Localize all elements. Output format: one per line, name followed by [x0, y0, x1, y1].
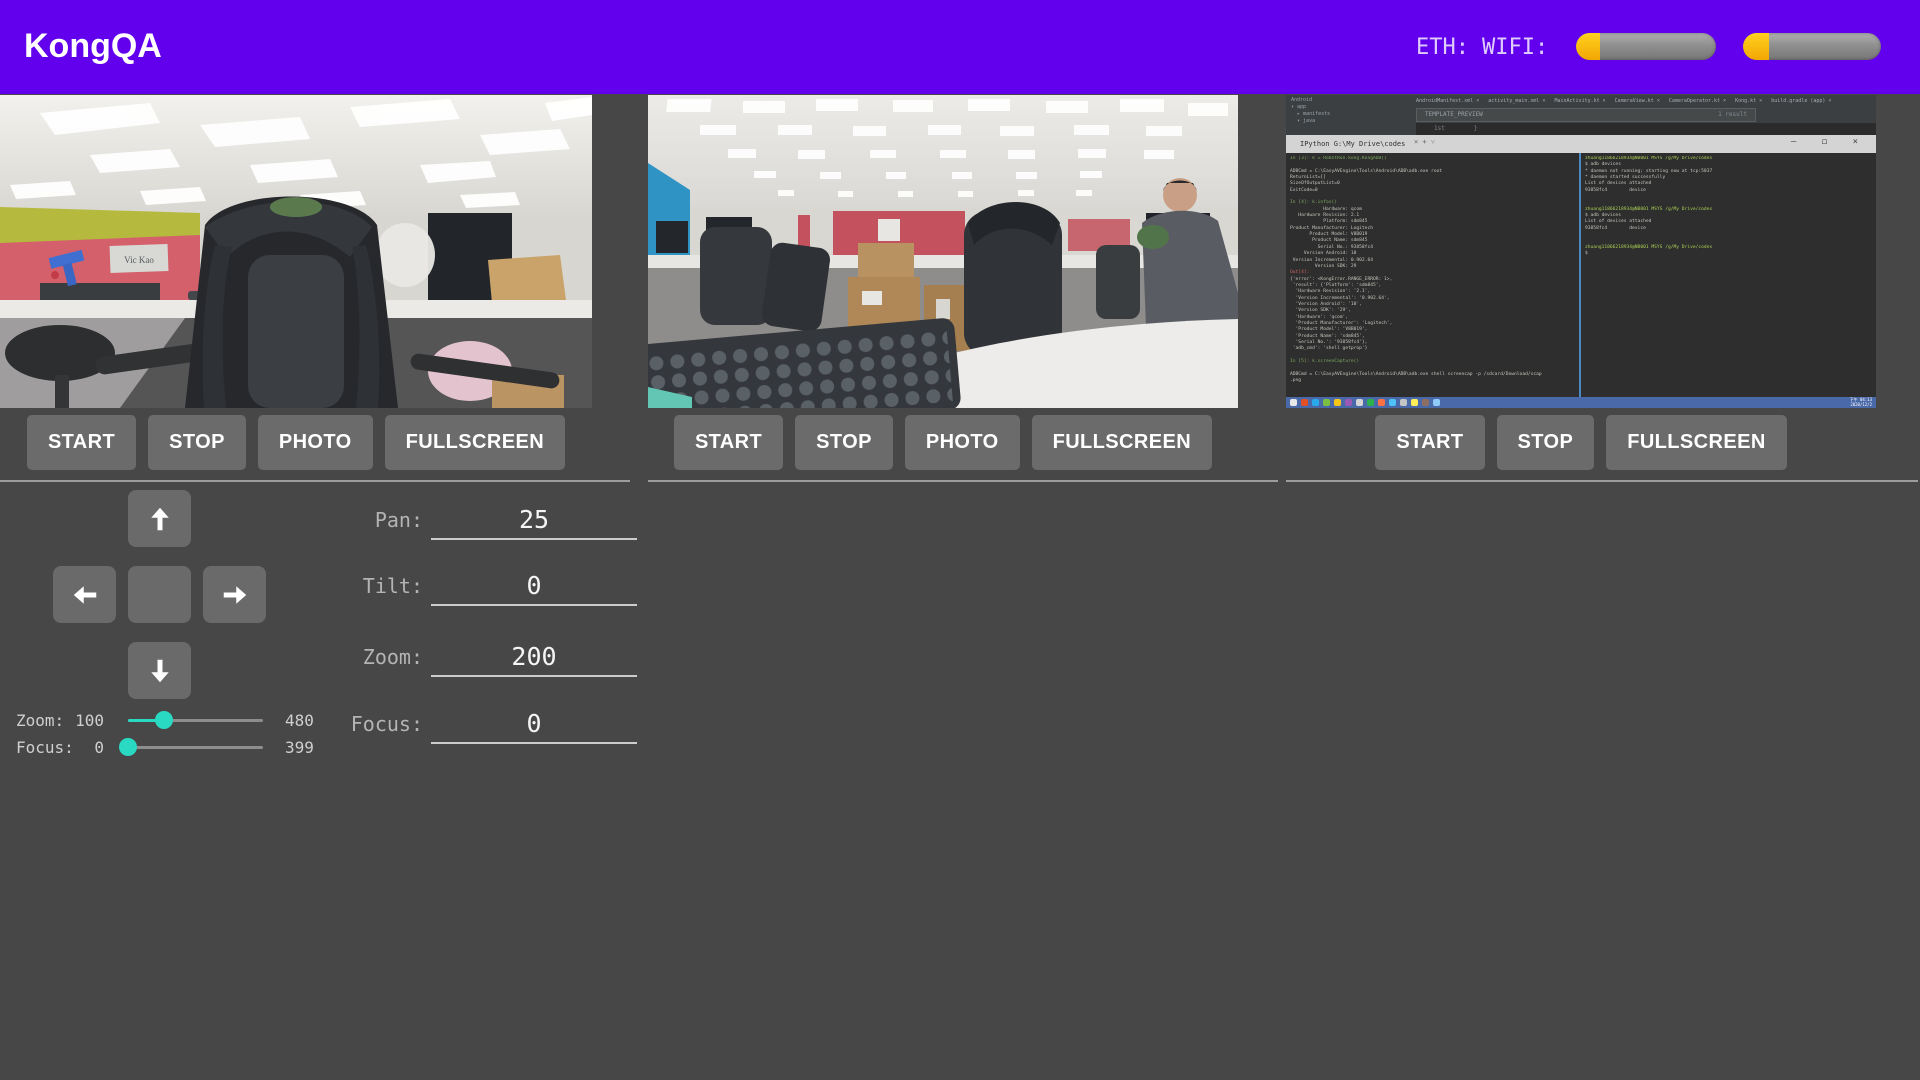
camera-1-video: Vic Kao: [0, 95, 592, 408]
camera-2-start-button[interactable]: START: [674, 415, 783, 470]
camera-2-controls: START STOP PHOTO FULLSCREEN: [648, 415, 1238, 470]
sign-text: Vic Kao: [124, 255, 154, 265]
focus-slider[interactable]: [128, 746, 263, 749]
arrow-down-icon: [145, 656, 175, 686]
pan-field[interactable]: [431, 500, 637, 540]
camera-3-fullscreen-button[interactable]: FULLSCREEN: [1606, 415, 1786, 470]
tilt-field-label: Tilt:: [273, 573, 423, 599]
focus-field-label: Focus:: [273, 711, 423, 737]
zoom-slider[interactable]: [128, 719, 263, 722]
taskbar-icons: [1290, 399, 1440, 406]
focus-slider-row: Focus: 0 399: [0, 738, 340, 756]
ipython-console: In [3]: k = RobotRun.kong.KongADB()ADBCm…: [1286, 153, 1876, 397]
taskbar-clock: 下午 04:13 2020/12/2: [1850, 398, 1872, 407]
camera-3-video: Android ▾ app ▸ manifests ▾ java Android…: [1286, 95, 1876, 408]
plant: [1137, 225, 1169, 249]
window-controls-icons: – ◻ ×: [1791, 137, 1868, 147]
camera-3-screen-content: Android ▾ app ▸ manifests ▾ java Android…: [1286, 95, 1876, 408]
focus-field[interactable]: [431, 704, 637, 744]
console-left-pane: In [3]: k = RobotRun.kong.KongADB()ADBCm…: [1290, 156, 1578, 394]
camera-1-photo-button[interactable]: PHOTO: [258, 415, 373, 470]
zoom-slider-min: 100: [52, 713, 104, 729]
ipython-titlebar: IPython G:\My Drive\codes × + ˅ – ◻ ×: [1286, 135, 1876, 153]
arrow-up-icon: [145, 504, 175, 534]
ptz-dpad: [53, 490, 266, 699]
app-header: KongQA ETH: WIFI:: [0, 0, 1920, 94]
left-chair: [5, 325, 115, 381]
wifi-label: WIFI:: [1482, 36, 1548, 60]
console-right-pane: zhuang11866218934@NB001 MSYS /g/My Drive…: [1585, 156, 1871, 394]
windows-taskbar: 下午 04:13 2020/12/2: [1286, 397, 1876, 408]
pan-field-label: Pan:: [273, 507, 423, 533]
camera-3-stop-button[interactable]: STOP: [1497, 415, 1595, 470]
eth-progress-bar: [1576, 33, 1716, 60]
camera-1-controls: START STOP PHOTO FULLSCREEN: [0, 415, 592, 470]
pan-up-button[interactable]: [128, 490, 191, 547]
focus-slider-thumb[interactable]: [119, 738, 137, 756]
camera-2-stop-button[interactable]: STOP: [795, 415, 893, 470]
ide-search-bar: TEMPLATE_PREVIEW 1 result: [1416, 108, 1756, 122]
arrow-left-icon: [70, 580, 100, 610]
ide-window: Android ▾ app ▸ manifests ▾ java Android…: [1286, 95, 1876, 135]
ide-search-text: TEMPLATE_PREVIEW: [1425, 111, 1483, 118]
zoom-field-label: Zoom:: [273, 644, 423, 670]
eth-label: ETH:: [1416, 36, 1469, 60]
camera-1-divider: [0, 480, 630, 482]
ide-editor-tabs: AndroidManifest.xml × activity_main.xml …: [1416, 97, 1872, 107]
pan-left-button[interactable]: [53, 566, 116, 623]
camera-1-stop-button[interactable]: STOP: [148, 415, 246, 470]
ide-project-tree: Android ▾ app ▸ manifests ▾ java: [1288, 97, 1412, 133]
camera-2-divider: [648, 480, 1278, 482]
focus-slider-max: 399: [285, 740, 314, 756]
ipython-window-title: IPython G:\My Drive\codes: [1300, 138, 1405, 150]
camera-1-fullscreen-button[interactable]: FULLSCREEN: [385, 415, 565, 470]
camera-3-panel: Android ▾ app ▸ manifests ▾ java Android…: [1286, 95, 1918, 1080]
pan-right-button[interactable]: [203, 566, 266, 623]
camera-3-controls: START STOP FULLSCREEN: [1286, 415, 1876, 470]
ide-search-result: 1 result: [1718, 109, 1747, 121]
name-sign: Vic Kao: [110, 244, 169, 273]
camera-2-panel: START STOP PHOTO FULLSCREEN: [648, 95, 1278, 1080]
camera-1-start-button[interactable]: START: [27, 415, 136, 470]
app-title: KongQA: [24, 26, 162, 66]
ptz-center-button[interactable]: [128, 566, 191, 623]
camera-2-video: [648, 95, 1238, 408]
tab-close-icon: × + ˅: [1414, 138, 1435, 146]
ide-code-line: 1st }: [1416, 123, 1876, 135]
arrow-right-icon: [220, 580, 250, 610]
camera-3-divider: [1286, 480, 1918, 482]
camera-2-fullscreen-button[interactable]: FULLSCREEN: [1032, 415, 1212, 470]
console-split-line: [1579, 153, 1581, 397]
zoom-slider-thumb[interactable]: [155, 711, 173, 729]
camera-3-start-button[interactable]: START: [1375, 415, 1484, 470]
camera-2-photo-button[interactable]: PHOTO: [905, 415, 1020, 470]
tilt-field[interactable]: [431, 566, 637, 606]
focus-slider-min: 0: [52, 740, 104, 756]
pan-down-button[interactable]: [128, 642, 191, 699]
zoom-field[interactable]: [431, 637, 637, 677]
wifi-progress-bar: [1743, 33, 1881, 60]
